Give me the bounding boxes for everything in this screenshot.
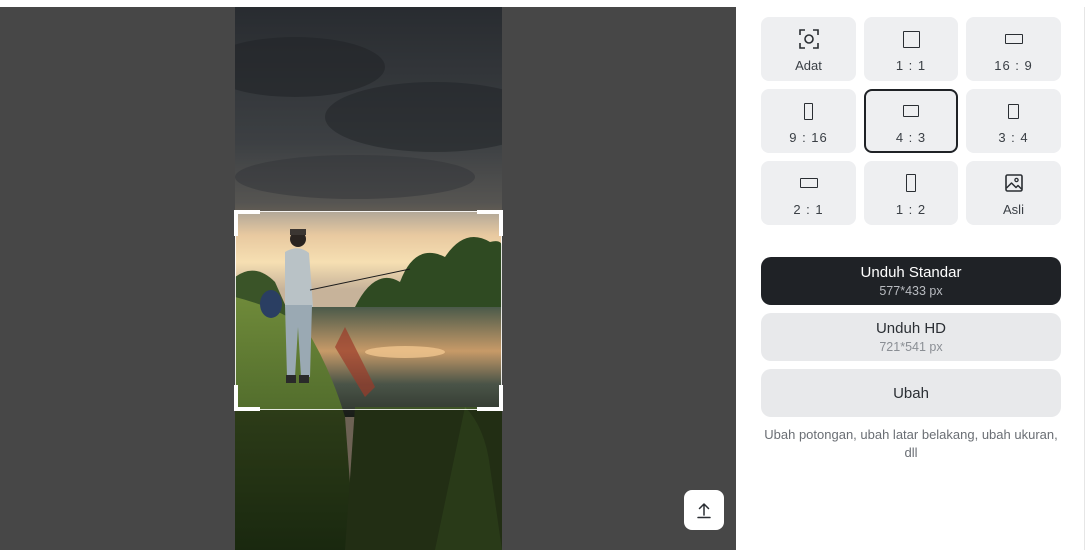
crop-handle-bottom-left[interactable] xyxy=(234,385,260,411)
crop-frame[interactable] xyxy=(234,210,503,411)
image-icon xyxy=(1004,172,1023,194)
panel-divider xyxy=(1084,7,1085,550)
ratio-label: 16 : 9 xyxy=(994,58,1033,73)
edit-button-label: Ubah xyxy=(893,384,929,402)
ratio-label: 2 : 1 xyxy=(793,202,824,217)
square-icon xyxy=(902,28,920,50)
ratio-label: 4 : 3 xyxy=(895,130,927,145)
crop-dim-top xyxy=(235,7,502,211)
edit-hint-text: Ubah potongan, ubah latar belakang, ubah… xyxy=(764,427,1058,460)
download-hd-size: 721*541 px xyxy=(879,340,943,354)
ratio-custom[interactable]: Adat xyxy=(761,17,856,81)
download-standard-button[interactable]: Unduh Standar 577*433 px xyxy=(761,257,1061,305)
crop-handle-top-right[interactable] xyxy=(477,210,503,236)
ratio-3-4[interactable]: 3 : 4 xyxy=(966,89,1061,153)
ratio-original[interactable]: Asli xyxy=(966,161,1061,225)
ratio-label: 1 : 2 xyxy=(895,202,927,217)
wide-rect-icon xyxy=(799,172,818,194)
ratio-9-16[interactable]: 9 : 16 xyxy=(761,89,856,153)
ratio-label: 9 : 16 xyxy=(789,130,828,145)
ratio-4-3[interactable]: 4 : 3 xyxy=(864,89,958,153)
download-hd-label: Unduh HD xyxy=(875,320,947,337)
tall-rect-icon xyxy=(906,172,916,194)
portrait-rect-icon xyxy=(1008,100,1019,122)
wide-rect-icon xyxy=(1004,28,1023,50)
aspect-ratio-grid: Adat 1 : 1 16 : 9 9 : 16 4 : 3 3 : 4 2 :… xyxy=(761,17,1061,225)
custom-crop-icon xyxy=(798,28,819,50)
ratio-16-9[interactable]: 16 : 9 xyxy=(966,17,1061,81)
edit-button[interactable]: Ubah xyxy=(761,369,1061,417)
upload-arrow-icon xyxy=(697,503,711,519)
ratio-label: Asli xyxy=(1003,202,1024,217)
ratio-label: 1 : 1 xyxy=(895,58,927,73)
crop-handle-bottom-right[interactable] xyxy=(477,385,503,411)
editor-canvas xyxy=(0,7,736,550)
ratio-label: 3 : 4 xyxy=(998,130,1029,145)
tall-rect-icon xyxy=(804,100,813,122)
landscape-rect-icon xyxy=(903,100,919,122)
crop-dim-bottom xyxy=(235,410,502,550)
download-standard-label: Unduh Standar xyxy=(860,264,962,281)
ratio-1-1[interactable]: 1 : 1 xyxy=(864,17,958,81)
upload-button[interactable] xyxy=(684,490,724,530)
ratio-1-2[interactable]: 1 : 2 xyxy=(864,161,958,225)
crop-handle-top-left[interactable] xyxy=(234,210,260,236)
download-hd-button[interactable]: Unduh HD 721*541 px xyxy=(761,313,1061,361)
ratio-2-1[interactable]: 2 : 1 xyxy=(761,161,856,225)
download-standard-size: 577*433 px xyxy=(879,284,943,298)
ratio-label: Adat xyxy=(795,58,822,73)
